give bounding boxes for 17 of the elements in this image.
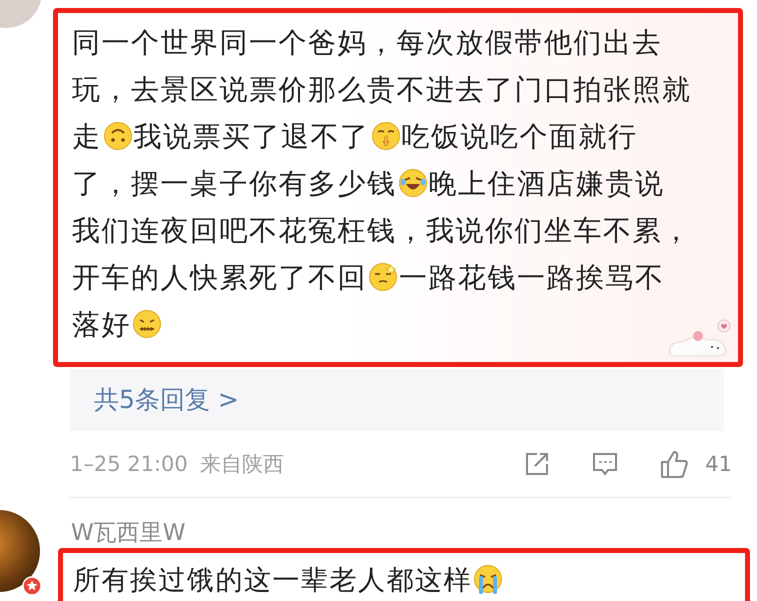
comment-text: 我说票买了退不了: [134, 120, 370, 153]
comment-text: 所有挨过饿的这一辈老人都这样: [73, 565, 472, 596]
comment-text: 晚上住酒店嫌贵说: [428, 167, 664, 200]
replies-link[interactable]: 共5条回复 >: [70, 369, 724, 431]
like-count: 41: [705, 452, 732, 476]
post-location: 来自陕西: [200, 451, 284, 478]
comment-text: 了，摆一桌子你有多少钱: [72, 167, 396, 200]
comment-text: 玩，去景区说票价那么贵不进去了门口拍张照就: [72, 73, 692, 106]
comment-text: 一路花钱一路挨骂不: [399, 261, 664, 294]
comment-text: 走: [72, 120, 102, 153]
comment-text: 我们连夜回吧不花冤枉钱，我说你们坐车不累，: [72, 214, 692, 247]
comment-text: 吃饭说吃个面就行: [402, 120, 638, 153]
comment-text: 落好: [72, 308, 131, 341]
post-time: 1–25 21:00: [70, 452, 188, 476]
comment-text: 同一个世界同一个爸妈，每次放假带他们出去: [72, 26, 662, 59]
comment-text: 开车的人快累死了不回: [72, 261, 367, 294]
username[interactable]: W瓦西里W: [71, 518, 757, 548]
